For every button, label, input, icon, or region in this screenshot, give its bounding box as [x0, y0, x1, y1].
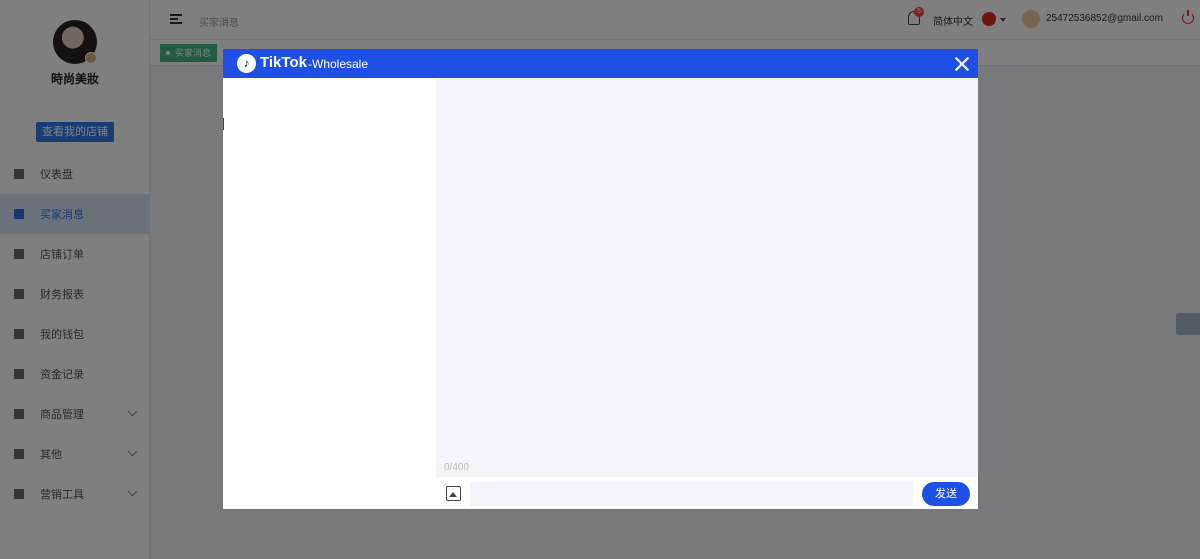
character-counter: 0/400 — [444, 462, 470, 473]
send-button[interactable]: 发送 — [922, 482, 970, 506]
message-input[interactable] — [470, 482, 913, 506]
image-upload-icon[interactable] — [446, 486, 461, 501]
close-icon[interactable] — [953, 55, 971, 73]
brand-name: TikTok — [260, 54, 307, 71]
chat-message-area: 0/400 — [436, 78, 978, 477]
text-cursor — [223, 118, 224, 130]
brand-subtitle: -Wholesale — [308, 57, 369, 71]
message-input-bar: 发送 — [436, 477, 978, 509]
conversation-list[interactable] — [223, 78, 436, 509]
chat-modal: ♪ TikTok -Wholesale 0/400 发送 — [223, 49, 978, 509]
modal-header: ♪ TikTok -Wholesale — [223, 49, 978, 78]
tiktok-logo-icon: ♪ — [237, 54, 256, 73]
